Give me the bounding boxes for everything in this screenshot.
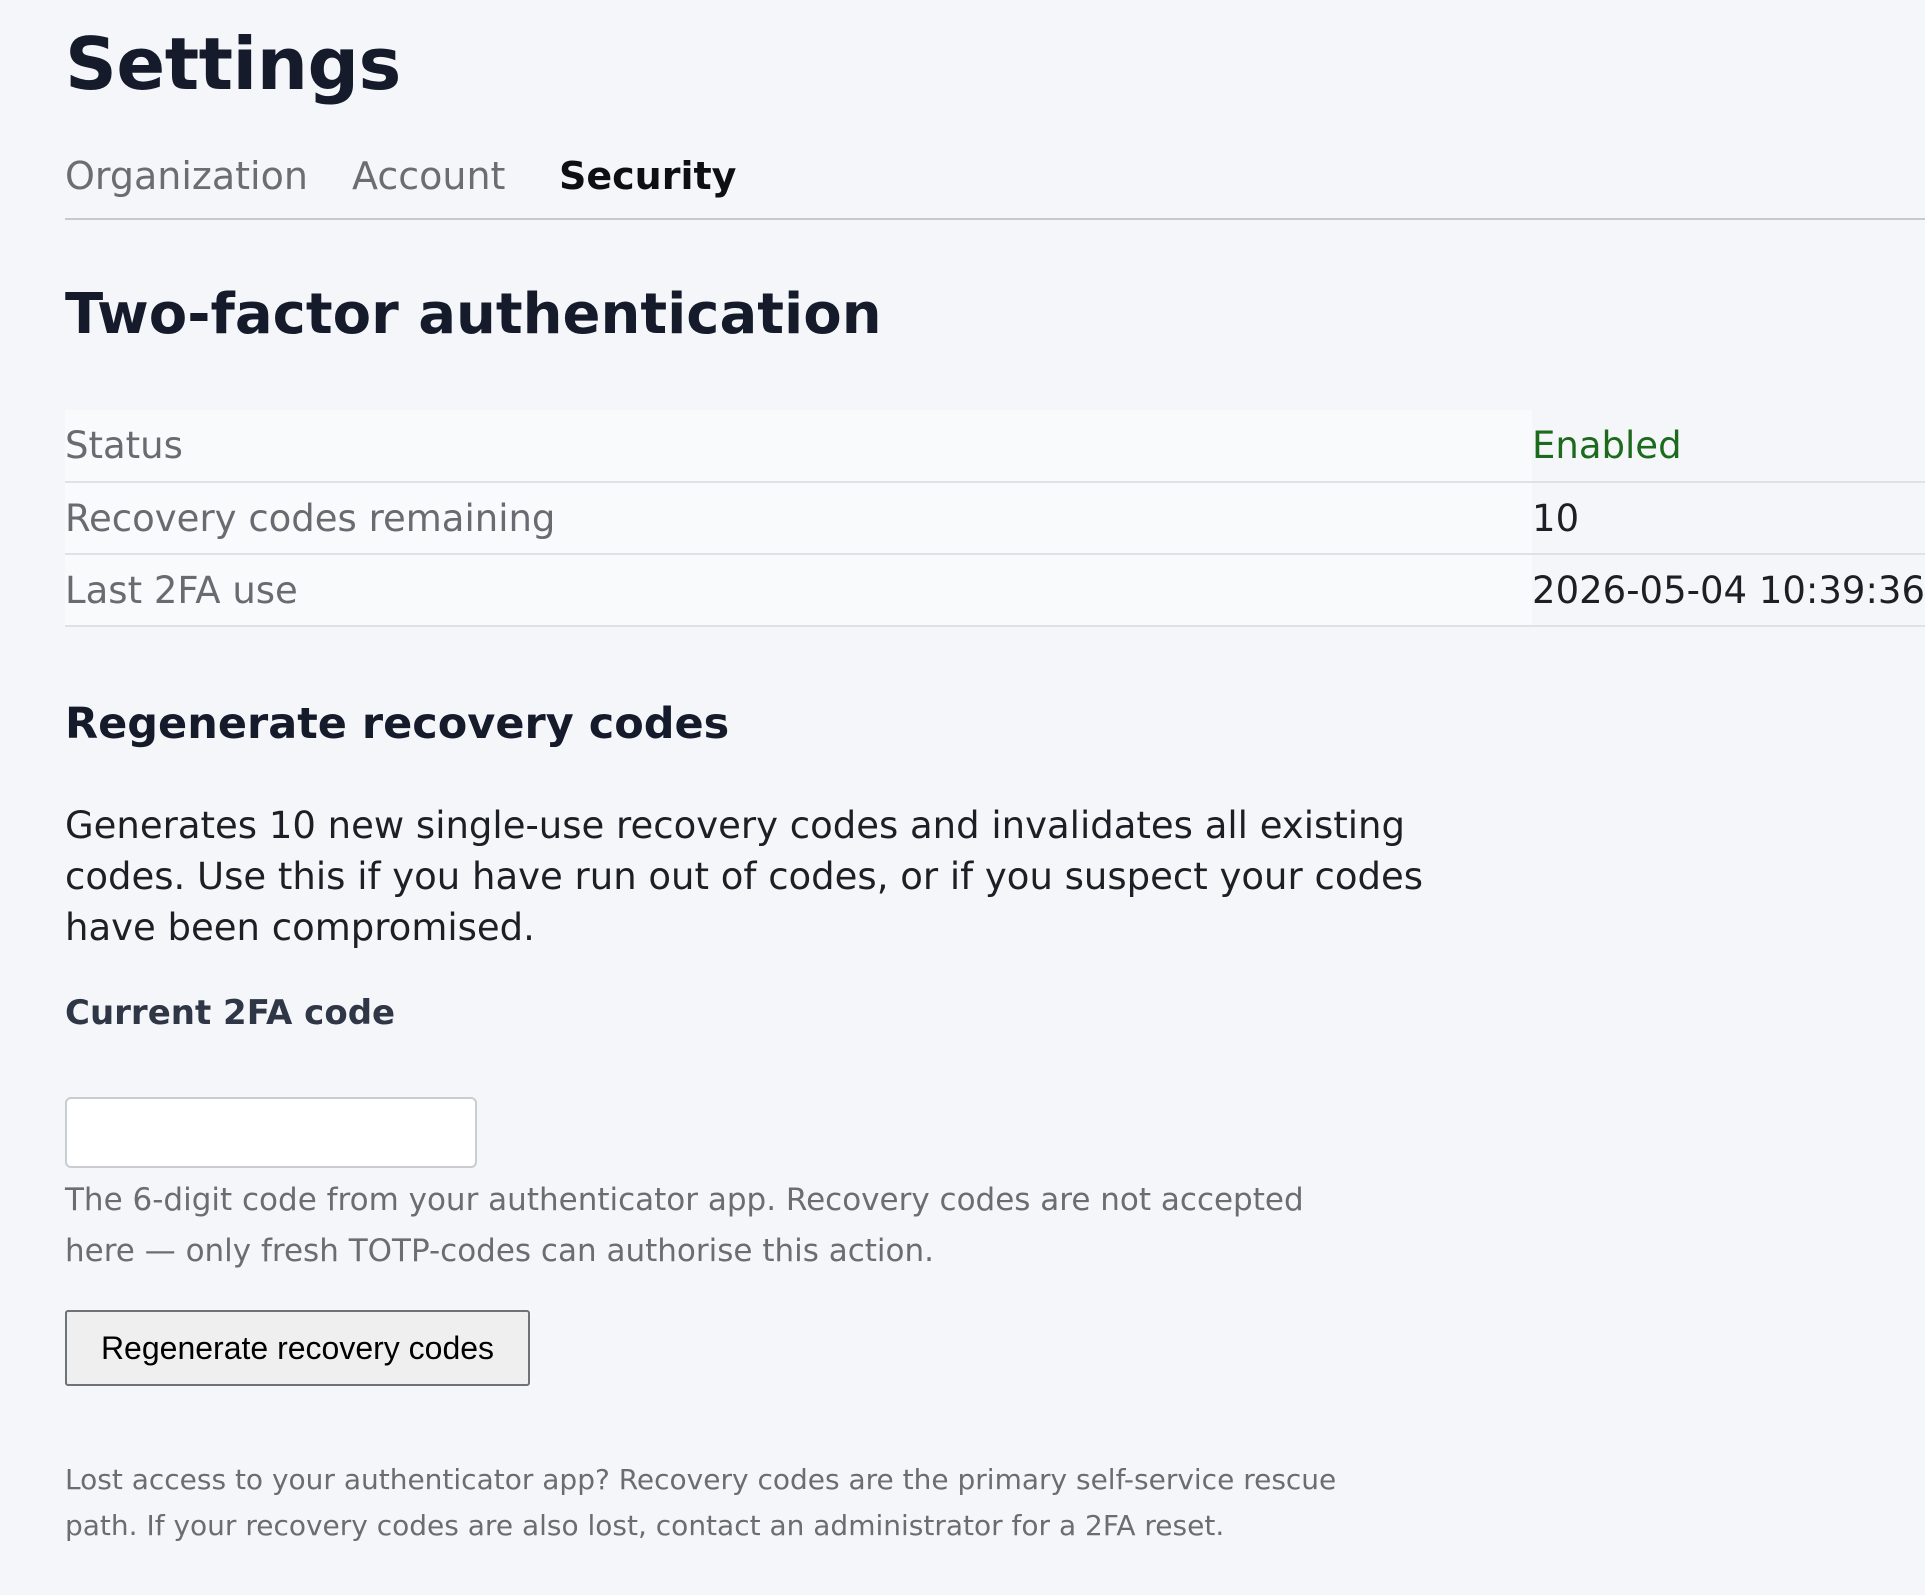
table-row-recovery-codes: Recovery codes remaining 10 bbox=[65, 482, 1925, 555]
tab-account[interactable]: Account bbox=[352, 153, 505, 199]
tab-security[interactable]: Security bbox=[559, 153, 736, 199]
current-2fa-code-label: Current 2FA code bbox=[65, 993, 396, 1033]
recovery-codes-remaining-label: Recovery codes remaining bbox=[65, 482, 1533, 555]
status-label: Status bbox=[65, 410, 1533, 483]
regenerate-title: Regenerate recovery codes bbox=[65, 699, 730, 749]
tab-organization[interactable]: Organization bbox=[65, 153, 308, 199]
recovery-codes-remaining-value: 10 bbox=[1532, 482, 1925, 555]
status-value: Enabled bbox=[1532, 410, 1925, 483]
settings-tabs: Organization Account Security bbox=[65, 145, 1925, 220]
last-2fa-use-label: Last 2FA use bbox=[65, 554, 1533, 627]
lost-access-note: Lost access to your authenticator app? R… bbox=[65, 1463, 1337, 1542]
page-title: Settings bbox=[65, 22, 401, 106]
table-row-last-use: Last 2FA use 2026-05-04 10:39:36 bbox=[65, 554, 1925, 627]
regenerate-recovery-codes-button[interactable]: Regenerate recovery codes bbox=[65, 1310, 530, 1386]
last-2fa-use-value: 2026-05-04 10:39:36 bbox=[1532, 554, 1925, 627]
current-2fa-code-input[interactable] bbox=[65, 1097, 477, 1168]
table-row-status: Status Enabled bbox=[65, 410, 1925, 483]
two-factor-info-table: Status Enabled Recovery codes remaining … bbox=[65, 410, 1925, 627]
two-factor-title: Two-factor authentication bbox=[65, 282, 882, 347]
regenerate-description: Generates 10 new single-use recovery cod… bbox=[65, 804, 1423, 949]
code-help-text: The 6-digit code from your authenticator… bbox=[65, 1182, 1304, 1269]
